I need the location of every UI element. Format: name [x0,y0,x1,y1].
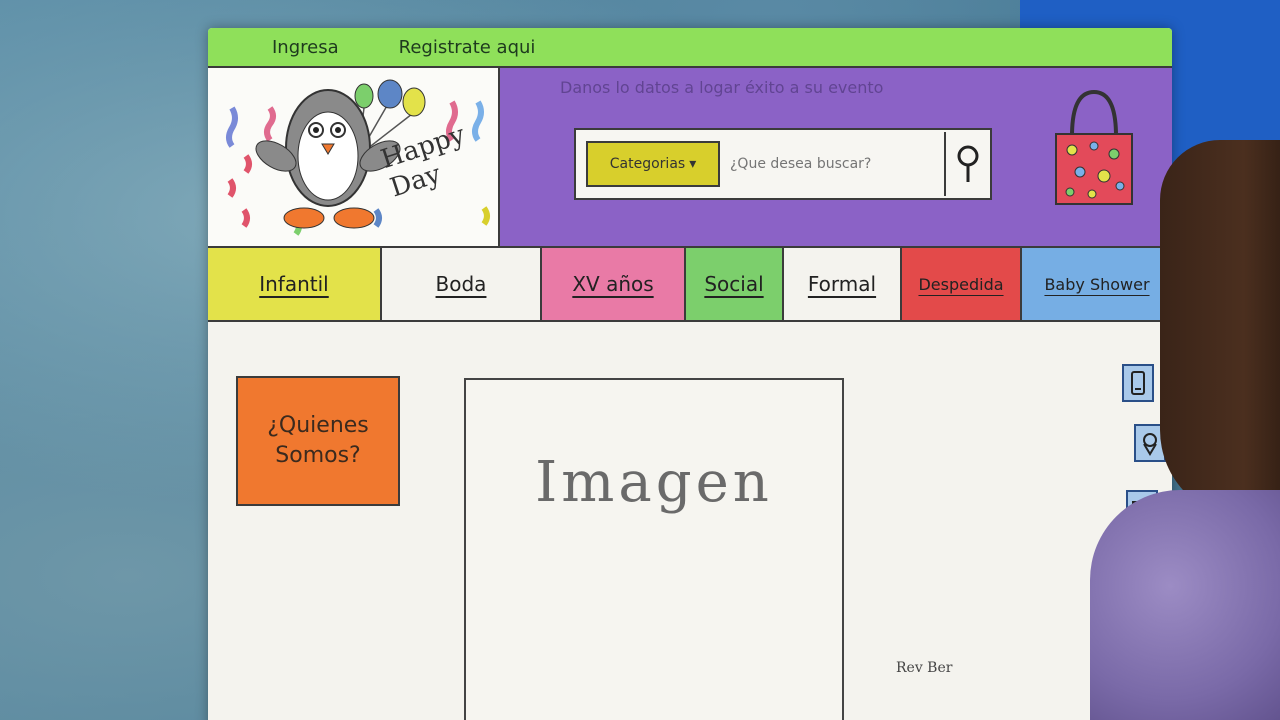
logo-panel[interactable]: Happy Day [208,68,500,246]
tab-infantil[interactable]: Infantil [208,248,382,320]
image-placeholder-label: Imagen [535,450,773,515]
about-us-button[interactable]: ¿Quienes Somos? [236,376,400,506]
category-nav: Infantil Boda XV años Social Formal Desp… [208,246,1172,322]
tab-boda[interactable]: Boda [382,248,542,320]
search-input[interactable] [720,141,944,187]
register-link[interactable]: Registrate aqui [399,37,536,58]
top-bar: Ingresa Registrate aqui [208,28,1172,68]
gift-bag-icon [1055,89,1133,205]
tab-despedida[interactable]: Despedida [902,248,1022,320]
image-placeholder: Imagen [464,378,844,720]
tab-baby-shower[interactable]: Baby Shower [1022,248,1172,320]
search-bar: Categorias ▾ [574,128,992,200]
login-link[interactable]: Ingresa [272,37,339,58]
tab-xv-anos[interactable]: XV años [542,248,686,320]
chevron-down-icon: ▾ [689,156,697,172]
search-icon [957,145,979,182]
cloth [1090,490,1280,720]
banner-slogan: Danos lo datos a logar éxito a su evento [560,78,884,97]
banner: Danos lo datos a logar éxito a su evento… [500,68,1172,246]
search-button[interactable] [944,132,990,196]
tab-social[interactable]: Social [686,248,784,320]
categories-dropdown[interactable]: Categorias ▾ [586,141,720,187]
categories-label: Categorias [609,156,686,172]
hand [1160,140,1280,520]
signature: Rev Ber [896,660,953,676]
tab-formal[interactable]: Formal [784,248,902,320]
mockup-page: Ingresa Registrate aqui Happy Day Danos … [208,28,1172,720]
main-content: ¿Quienes Somos? Imagen Rev Ber [208,322,1172,720]
location-icon [1143,433,1157,456]
phone-icon [1131,371,1145,395]
phone-button[interactable] [1122,364,1154,402]
header: Happy Day Danos lo datos a logar éxito a… [208,68,1172,246]
